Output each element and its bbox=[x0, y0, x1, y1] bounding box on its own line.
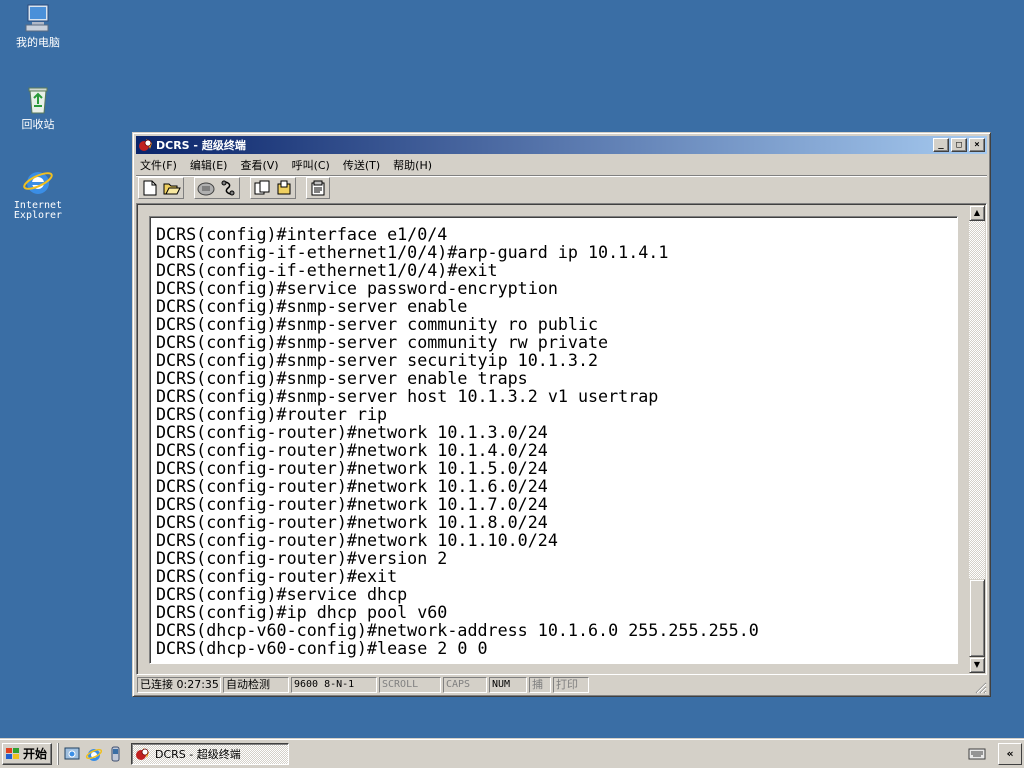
disconnect-button[interactable] bbox=[217, 178, 239, 198]
properties-button[interactable] bbox=[307, 178, 329, 198]
new-icon bbox=[143, 180, 157, 195]
hyperterminal-icon bbox=[136, 747, 150, 760]
send-button[interactable] bbox=[251, 178, 273, 198]
ie-quicklaunch-icon[interactable] bbox=[85, 745, 103, 763]
terminal-line: DCRS(dhcp-v60-config)#network-address 10… bbox=[156, 620, 759, 640]
task-label: DCRS - 超级终端 bbox=[155, 747, 241, 761]
outlook-icon[interactable] bbox=[107, 745, 125, 763]
terminal-line: DCRS(config)#router rip bbox=[156, 404, 388, 424]
scroll-thumb[interactable] bbox=[969, 579, 985, 657]
menu-file[interactable]: 文件(F) bbox=[140, 157, 177, 173]
properties-icon bbox=[311, 180, 325, 195]
maximize-button[interactable]: □ bbox=[951, 138, 967, 152]
status-capture: 捕 bbox=[529, 677, 551, 693]
terminal-line: DCRS(config-router)#network 10.1.10.0/24 bbox=[156, 530, 558, 550]
menu-bar: 文件(F) 编辑(E) 查看(V) 呼叫(C) 传送(T) 帮助(H) bbox=[136, 155, 987, 174]
menu-edit[interactable]: 编辑(E) bbox=[190, 157, 228, 173]
my-computer-icon bbox=[25, 4, 49, 32]
toolbar bbox=[136, 175, 987, 199]
desktop-icon-label: Internet Explorer bbox=[13, 200, 63, 221]
terminal-line: DCRS(config-router)#exit bbox=[156, 566, 398, 586]
call-button[interactable] bbox=[195, 178, 217, 198]
desktop-icon-my-computer[interactable]: 我的电脑 bbox=[0, 2, 76, 49]
receive-button[interactable] bbox=[273, 178, 295, 198]
resize-grip-icon[interactable] bbox=[973, 680, 987, 694]
hyperterminal-icon bbox=[139, 139, 152, 151]
terminal-line: DCRS(config)#snmp-server community rw pr… bbox=[156, 332, 609, 352]
minimize-button[interactable]: _ bbox=[933, 138, 949, 152]
open-icon bbox=[163, 183, 181, 194]
terminal-frame: DCRS(config)#interface e1/0/4 DCRS(config… bbox=[136, 203, 987, 675]
toolbar-group-call bbox=[194, 176, 240, 199]
title-bar[interactable]: DCRS - 超级终端 _ □ × bbox=[136, 136, 987, 154]
scroll-down-button[interactable]: ▼ bbox=[969, 657, 985, 673]
terminal-line: DCRS(config-router)#network 10.1.4.0/24 bbox=[156, 440, 548, 460]
windows-logo-icon bbox=[6, 747, 19, 759]
quick-launch bbox=[58, 742, 125, 765]
menu-transfer[interactable]: 传送(T) bbox=[343, 157, 380, 173]
terminal-line: DCRS(config)#ip dhcp pool v60 bbox=[156, 602, 448, 622]
send-icon bbox=[254, 180, 270, 194]
status-scroll: SCROLL bbox=[379, 677, 441, 693]
terminal-line: DCRS(config-router)#network 10.1.6.0/24 bbox=[156, 476, 548, 496]
toolbar-group-transfer bbox=[250, 176, 296, 199]
toolbar-group-properties bbox=[306, 176, 330, 199]
terminal-line: DCRS(config)#snmp-server community ro pu… bbox=[156, 314, 599, 334]
menu-view[interactable]: 查看(V) bbox=[240, 157, 278, 173]
desktop-icon-label: 我的电脑 bbox=[16, 36, 60, 49]
terminal-line: DCRS(config)#service dhcp bbox=[156, 584, 408, 604]
start-button[interactable]: 开始 bbox=[2, 742, 53, 765]
keyboard-icon[interactable] bbox=[968, 747, 986, 761]
status-bar: 已连接 0:27:35 自动检测 9600 8-N-1 SCROLL CAPS … bbox=[136, 676, 987, 694]
terminal-line: DCRS(config)#interface e1/0/4 bbox=[156, 224, 448, 244]
menu-help[interactable]: 帮助(H) bbox=[393, 157, 432, 173]
tray-expand-button[interactable]: « bbox=[998, 743, 1022, 765]
status-auto-detect: 自动检测 bbox=[223, 677, 289, 693]
terminal-line: DCRS(config-router)#network 10.1.7.0/24 bbox=[156, 494, 548, 514]
disconnect-icon bbox=[221, 180, 235, 195]
terminal-line: DCRS(config)#snmp-server securityip 10.1… bbox=[156, 350, 599, 370]
terminal-line: DCRS(config)#snmp-server enable traps bbox=[156, 368, 528, 388]
open-button[interactable] bbox=[161, 178, 183, 198]
recycle-bin-icon bbox=[28, 87, 48, 114]
taskbar-task-hyperterminal[interactable]: DCRS - 超级终端 bbox=[131, 742, 290, 765]
taskbar: 开始 DCRS - 超级终端 « bbox=[0, 738, 1024, 768]
terminal-line: DCRS(config-if-ethernet1/0/4)#arp-guard … bbox=[156, 242, 669, 262]
desktop-icon-recycle-bin[interactable]: 回收站 bbox=[0, 84, 76, 131]
hyperterminal-window: DCRS - 超级终端 _ □ × 文件(F) 编辑(E) 查看(V) 呼叫(C… bbox=[132, 132, 991, 697]
receive-icon bbox=[277, 180, 291, 194]
status-caps: CAPS bbox=[443, 677, 487, 693]
close-button[interactable]: × bbox=[969, 138, 985, 152]
terminal-line: DCRS(config)#snmp-server enable bbox=[156, 296, 468, 316]
call-icon bbox=[197, 182, 215, 195]
status-print: 打印 bbox=[553, 677, 589, 693]
terminal-line: DCRS(config-router)#network 10.1.3.0/24 bbox=[156, 422, 548, 442]
vertical-scrollbar[interactable]: ▲ ▼ bbox=[969, 205, 985, 673]
window-title: DCRS - 超级终端 bbox=[156, 139, 246, 152]
scroll-up-button[interactable]: ▲ bbox=[969, 205, 985, 221]
terminal-line: DCRS(config-router)#network 10.1.8.0/24 bbox=[156, 512, 548, 532]
menu-call[interactable]: 呼叫(C) bbox=[292, 157, 330, 173]
terminal-line: DCRS(config-router)#network 10.1.5.0/24 bbox=[156, 458, 548, 478]
status-connected-time: 已连接 0:27:35 bbox=[137, 677, 221, 693]
terminal-line: DCRS(dhcp-v60-config)#lease 2 0 0 bbox=[156, 638, 488, 658]
terminal-line: DCRS(config)#snmp-server host 10.1.3.2 v… bbox=[156, 386, 659, 406]
show-desktop-icon[interactable] bbox=[63, 745, 81, 763]
toolbar-group-file bbox=[138, 176, 184, 199]
terminal-line: DCRS(config)#service password-encryption bbox=[156, 278, 558, 298]
start-label: 开始 bbox=[23, 747, 48, 761]
terminal-line: DCRS(config-if-ethernet1/0/4)#exit bbox=[156, 260, 498, 280]
terminal-line: DCRS(config-router)#version 2 bbox=[156, 548, 448, 568]
desktop-icon-label: 回收站 bbox=[21, 118, 55, 131]
status-num: NUM bbox=[489, 677, 527, 693]
internet-explorer-icon bbox=[23, 172, 53, 194]
status-port-settings: 9600 8-N-1 bbox=[291, 677, 377, 693]
terminal-output: DCRS(config)#interface e1/0/4 DCRS(config… bbox=[156, 225, 759, 657]
desktop-icon-internet-explorer[interactable]: Internet Explorer bbox=[0, 166, 76, 221]
new-button[interactable] bbox=[139, 178, 161, 198]
system-tray bbox=[962, 743, 992, 765]
terminal-screen[interactable]: DCRS(config)#interface e1/0/4 DCRS(config… bbox=[149, 216, 958, 664]
